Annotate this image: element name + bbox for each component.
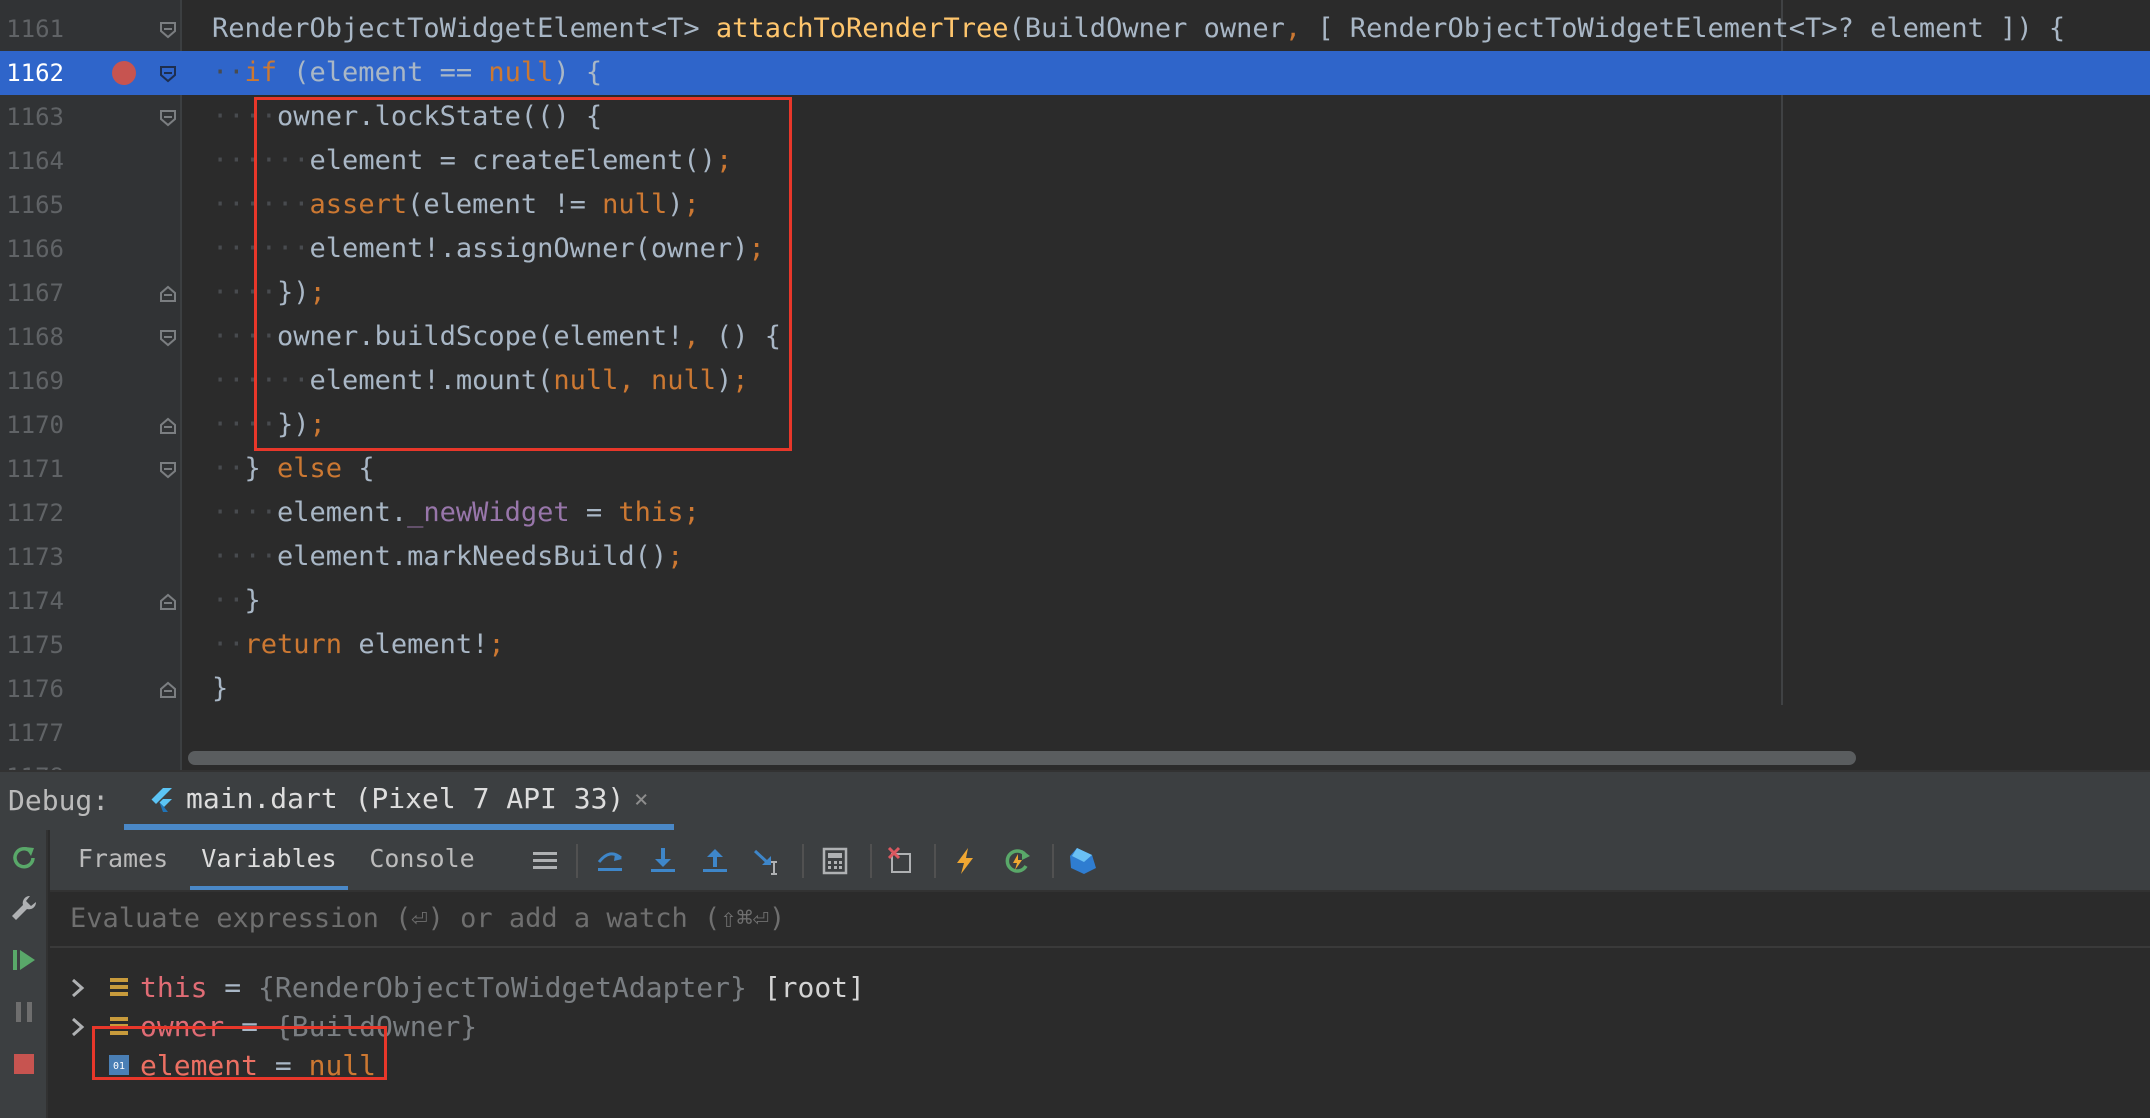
expand-arrow-icon[interactable] bbox=[68, 968, 88, 1008]
tab-console[interactable]: Console bbox=[350, 830, 494, 890]
code-text: ··} else { bbox=[212, 453, 375, 484]
run-to-cursor-icon[interactable] bbox=[752, 846, 782, 876]
code-text: ··if (element == null) { bbox=[212, 57, 603, 88]
line-number: 1173 bbox=[6, 543, 64, 571]
debug-tool-window-header: Debug: main.dart (Pixel 7 API 33) × bbox=[0, 770, 2150, 830]
code-text: ····element.markNeedsBuild(); bbox=[212, 541, 684, 572]
debug-panel: Frames Variables Console Evaluate expres… bbox=[0, 830, 2150, 1118]
code-editor[interactable]: 1161 RenderObjectToWidgetElement<T> atta… bbox=[0, 0, 2150, 770]
highlight-box bbox=[254, 97, 792, 451]
highlight-box bbox=[92, 1026, 387, 1080]
toolbar-separator bbox=[870, 844, 872, 878]
variable-row[interactable]: this = {RenderObjectToWidgetAdapter} [ro… bbox=[50, 968, 2150, 1008]
remove-breakpoints-icon[interactable] bbox=[886, 846, 916, 876]
code-line[interactable]: 1171 ··} else { bbox=[0, 447, 2150, 491]
tab-frames[interactable]: Frames bbox=[68, 830, 178, 890]
tab-label: Variables bbox=[201, 844, 337, 873]
flutter-icon bbox=[151, 788, 172, 812]
fold-end-icon[interactable] bbox=[158, 416, 178, 436]
debug-side-toolbar bbox=[0, 830, 48, 1118]
dart-devtools-icon[interactable] bbox=[1068, 846, 1098, 876]
watch-placeholder: Evaluate expression (⏎) or add a watch (… bbox=[70, 903, 786, 934]
toolbar-separator bbox=[1052, 844, 1054, 878]
scrollbar-thumb[interactable] bbox=[188, 751, 1856, 765]
expand-arrow-icon[interactable] bbox=[68, 1007, 88, 1047]
fold-icon[interactable] bbox=[158, 64, 178, 84]
toolbar-separator bbox=[934, 844, 936, 878]
line-number: 1175 bbox=[6, 631, 64, 659]
fold-end-icon[interactable] bbox=[158, 680, 178, 700]
evaluate-expression-icon[interactable] bbox=[820, 846, 850, 876]
stop-icon[interactable] bbox=[8, 1048, 40, 1080]
field-icon bbox=[110, 978, 128, 996]
debug-session-tab[interactable]: main.dart (Pixel 7 API 33) × bbox=[124, 772, 674, 830]
evaluate-expression-input[interactable]: Evaluate expression (⏎) or add a watch (… bbox=[50, 892, 2150, 948]
line-number: 1164 bbox=[6, 147, 64, 175]
show-execution-point-icon[interactable] bbox=[530, 846, 560, 876]
debug-tab-label: main.dart (Pixel 7 API 33) bbox=[186, 782, 625, 815]
code-text: ··} bbox=[212, 585, 261, 616]
line-number: 1172 bbox=[6, 499, 64, 527]
code-line[interactable]: 1174 ··} bbox=[0, 579, 2150, 623]
fold-icon[interactable] bbox=[158, 108, 178, 128]
line-number: 1174 bbox=[6, 587, 64, 615]
resume-icon[interactable] bbox=[8, 944, 40, 976]
line-number: 1177 bbox=[6, 719, 64, 747]
line-number: 1163 bbox=[6, 103, 64, 131]
fold-icon[interactable] bbox=[158, 328, 178, 348]
tab-label: Console bbox=[369, 844, 475, 873]
line-number: 1167 bbox=[6, 279, 64, 307]
toolbar-separator bbox=[802, 844, 804, 878]
close-tab-icon[interactable]: × bbox=[634, 772, 648, 826]
code-text: ····element._newWidget = this; bbox=[212, 497, 700, 528]
line-number: 1178 bbox=[0, 755, 64, 770]
line-number: 1166 bbox=[6, 235, 64, 263]
line-number: 1176 bbox=[6, 675, 64, 703]
rerun-icon[interactable] bbox=[8, 842, 40, 874]
line-number: 1171 bbox=[6, 455, 64, 483]
code-line[interactable]: 1173 ····element.markNeedsBuild(); bbox=[0, 535, 2150, 579]
fold-icon[interactable] bbox=[158, 20, 178, 40]
tab-variables[interactable]: Variables bbox=[190, 830, 348, 890]
horizontal-scrollbar[interactable] bbox=[182, 748, 2150, 768]
fold-end-icon[interactable] bbox=[158, 284, 178, 304]
code-line[interactable]: 1176 } bbox=[0, 667, 2150, 711]
line-number: 1168 bbox=[6, 323, 64, 351]
line-number: 1162 bbox=[6, 59, 64, 87]
pause-icon[interactable] bbox=[8, 996, 40, 1028]
step-out-icon[interactable] bbox=[700, 846, 730, 876]
breakpoint-icon[interactable] bbox=[112, 61, 136, 85]
code-line[interactable]: 1172 ····element._newWidget = this; bbox=[0, 491, 2150, 535]
hot-reload-icon[interactable] bbox=[950, 846, 980, 876]
current-execution-line[interactable]: 1162 ··if (element == null) { bbox=[0, 51, 2150, 95]
tab-label: Frames bbox=[77, 844, 169, 873]
code-line[interactable]: 1161 RenderObjectToWidgetElement<T> atta… bbox=[0, 7, 2150, 51]
code-line[interactable]: 1175 ··return element!; bbox=[0, 623, 2150, 667]
code-text: RenderObjectToWidgetElement<T> attachToR… bbox=[212, 13, 2066, 44]
line-number: 1170 bbox=[6, 411, 64, 439]
hot-restart-icon[interactable] bbox=[1002, 846, 1032, 876]
line-number: 1169 bbox=[6, 367, 64, 395]
variable-text: this = {RenderObjectToWidgetAdapter} [ro… bbox=[140, 971, 865, 1004]
step-into-icon[interactable] bbox=[648, 846, 678, 876]
active-tab-underline bbox=[190, 886, 348, 890]
line-number: 1165 bbox=[6, 191, 64, 219]
debug-label: Debug: bbox=[8, 784, 110, 817]
fold-icon[interactable] bbox=[158, 460, 178, 480]
settings-wrench-icon[interactable] bbox=[8, 892, 40, 924]
code-text: ··return element!; bbox=[212, 629, 505, 660]
fold-end-icon[interactable] bbox=[158, 592, 178, 612]
debug-subtabs-toolbar: Frames Variables Console bbox=[50, 830, 2150, 892]
toolbar-separator bbox=[576, 844, 578, 878]
code-text: } bbox=[212, 673, 229, 704]
step-over-icon[interactable] bbox=[595, 846, 625, 876]
line-number: 1161 bbox=[6, 15, 64, 43]
